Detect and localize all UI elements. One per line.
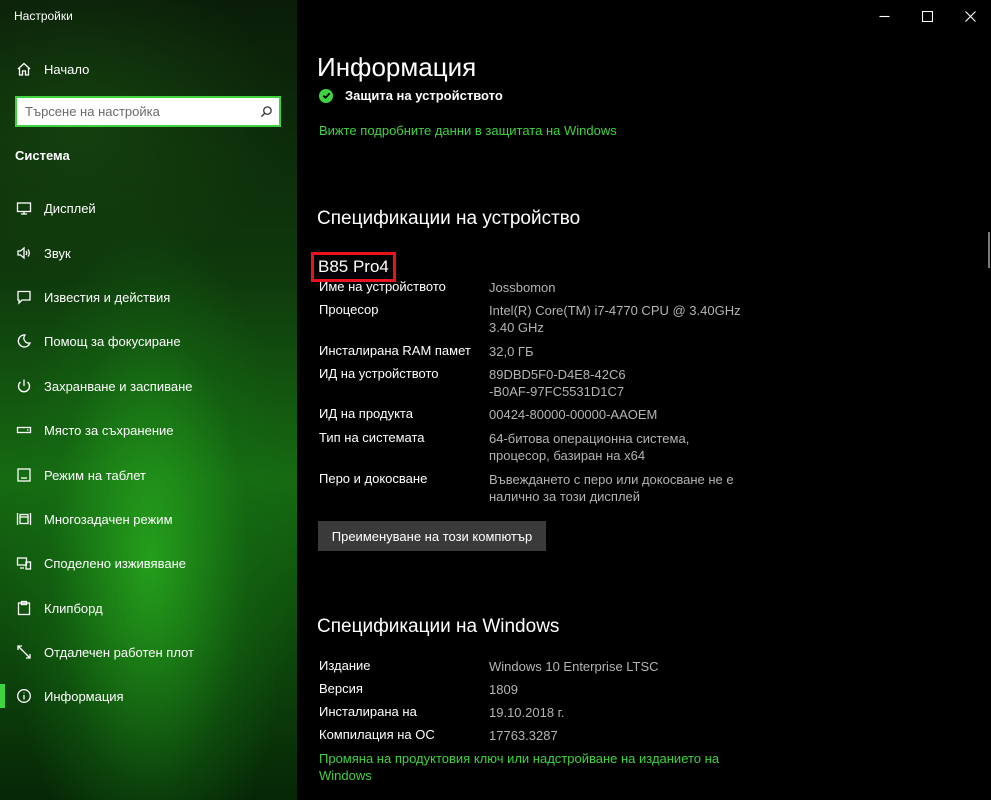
- info-icon: [16, 688, 32, 704]
- windows-specs-heading: Спецификации на Windows: [317, 616, 560, 637]
- search-input[interactable]: [17, 98, 253, 125]
- spec-key: ИД на продукта: [319, 406, 413, 421]
- sidebar-item-label: Дисплей: [44, 200, 96, 216]
- sidebar-item-remote-desktop[interactable]: Отдалечен работен плот: [0, 632, 297, 672]
- sidebar-item-label: Захранване и заспиване: [44, 378, 193, 394]
- spec-value: 19.10.2018 г.: [489, 705, 565, 720]
- sidebar-item-label: Известия и действия: [44, 289, 171, 305]
- sidebar: Настройки Начало Система Дисплей Звук Из…: [0, 0, 297, 800]
- spec-key: Версия: [319, 681, 363, 696]
- sidebar-item-label: Отдалечен работен плот: [44, 644, 194, 660]
- spec-row: Инсталирана на 19.10.2018 г.: [319, 704, 759, 721]
- spec-key: Компилация на ОС: [319, 727, 435, 742]
- spec-value: 1809: [489, 682, 518, 697]
- sidebar-item-focus-assist[interactable]: Помощ за фокусиране: [0, 321, 297, 361]
- sidebar-item-notifications[interactable]: Известия и действия: [0, 277, 297, 317]
- sidebar-item-label: Режим на таблет: [44, 467, 146, 483]
- sound-icon: [16, 245, 32, 261]
- sidebar-item-label: Помощ за фокусиране: [44, 333, 181, 349]
- device-protection-label: Защита на устройството: [345, 88, 503, 103]
- spec-value: 17763.3287: [489, 728, 558, 743]
- checkmark-icon: [319, 88, 333, 103]
- spec-value: Въвеждането с перо или докосване не е на…: [489, 472, 734, 504]
- sidebar-item-display[interactable]: Дисплей: [0, 188, 297, 228]
- main-content: Информация Защита на устройството Вижте …: [297, 0, 991, 800]
- sidebar-item-home[interactable]: Начало: [0, 49, 297, 89]
- sidebar-item-label: Многозадачен режим: [44, 511, 173, 527]
- shared-experience-icon: [16, 555, 32, 571]
- spec-row: Процесор Intel(R) Core(TM) i7-4770 CPU @…: [319, 302, 759, 336]
- sidebar-item-label: Място за съхранение: [44, 422, 174, 438]
- remote-desktop-icon: [16, 644, 32, 660]
- tablet-icon: [16, 467, 32, 483]
- spec-key: ИД на устройството: [319, 366, 439, 381]
- close-button[interactable]: [947, 0, 991, 32]
- sidebar-item-label: Споделено изживяване: [44, 555, 186, 571]
- spec-key: Инсталирана RAM памет: [319, 343, 471, 358]
- maximize-icon: [921, 10, 933, 22]
- sidebar-item-label: Звук: [44, 245, 71, 261]
- spec-key: Процесор: [319, 302, 379, 317]
- spec-key: Инсталирана на: [319, 704, 417, 719]
- maximize-button[interactable]: [904, 0, 950, 32]
- device-specs-heading: Спецификации на устройство: [317, 208, 581, 229]
- multitasking-icon: [16, 511, 32, 527]
- spec-value: Jossbomon: [489, 280, 556, 295]
- sidebar-item-clipboard[interactable]: Клипборд: [0, 588, 297, 628]
- spec-row: Версия 1809: [319, 681, 759, 698]
- search-field[interactable]: [15, 96, 281, 127]
- spec-row: Инсталирана RAM памет 32,0 ГБ: [319, 343, 759, 360]
- spec-value: 32,0 ГБ: [489, 344, 534, 359]
- sidebar-item-shared-experiences[interactable]: Споделено изживяване: [0, 543, 297, 583]
- security-details-link[interactable]: Вижте подробните данни в защитата на Win…: [319, 123, 617, 138]
- sidebar-item-power[interactable]: Захранване и заспиване: [0, 366, 297, 406]
- storage-icon: [16, 422, 32, 438]
- display-icon: [16, 200, 32, 216]
- focus-moon-icon: [16, 333, 32, 349]
- rename-pc-button[interactable]: Преименуване на този компютър: [318, 521, 546, 551]
- spec-value: 00424-80000-00000-AAOEM: [489, 407, 658, 422]
- spec-key: Тип на системата: [319, 430, 425, 445]
- spec-row: Име на устройството Jossbomon: [319, 279, 759, 296]
- minimize-button[interactable]: [861, 0, 907, 32]
- spec-value: 89DBD5F0-D4E8-42C6-B0AF-97FC5531D1C7: [489, 367, 626, 399]
- spec-value: Windows 10 Enterprise LTSC: [489, 659, 659, 674]
- spec-value: Intel(R) Core(TM) i7-4770 CPU @ 3.40GHz …: [489, 303, 741, 335]
- sidebar-item-about[interactable]: Информация: [0, 676, 297, 716]
- search-icon[interactable]: [253, 105, 279, 118]
- page-title: Информация: [317, 52, 477, 82]
- section-heading: Система: [15, 148, 70, 163]
- clipboard-icon: [16, 600, 32, 616]
- sidebar-item-sound[interactable]: Звук: [0, 233, 297, 273]
- spec-value: 64-битова операционна система, процесор,…: [489, 431, 690, 463]
- spec-key: Издание: [319, 658, 371, 673]
- notifications-icon: [16, 289, 32, 305]
- spec-row: Компилация на ОС 17763.3287: [319, 727, 759, 744]
- change-product-key-link[interactable]: Промяна на продуктовия ключ или надстрой…: [319, 750, 739, 784]
- sidebar-item-label: Информация: [44, 688, 124, 704]
- sidebar-item-tablet[interactable]: Режим на таблет: [0, 455, 297, 495]
- power-icon: [16, 378, 32, 394]
- home-icon: [16, 61, 32, 77]
- sidebar-item-label: Начало: [44, 61, 90, 77]
- spec-row: Тип на системата 64-битова операционна с…: [319, 430, 759, 464]
- spec-row: Перо и докосване Въвеждането с перо или …: [319, 471, 759, 505]
- device-protection-status: Защита на устройството: [319, 88, 503, 103]
- spec-key: Перо и докосване: [319, 471, 428, 486]
- sidebar-item-multitasking[interactable]: Многозадачен режим: [0, 499, 297, 539]
- spec-row: ИД на продукта 00424-80000-00000-AAOEM: [319, 406, 759, 423]
- sidebar-item-storage[interactable]: Място за съхранение: [0, 410, 297, 450]
- spec-row: ИД на устройството 89DBD5F0-D4E8-42C6-B0…: [319, 366, 759, 400]
- scrollbar-thumb[interactable]: [988, 232, 990, 268]
- spec-key: Име на устройството: [319, 279, 446, 294]
- minimize-icon: [879, 15, 889, 17]
- spec-row: Издание Windows 10 Enterprise LTSC: [319, 658, 759, 675]
- sidebar-item-label: Клипборд: [44, 600, 103, 616]
- window-title: Настройки: [14, 9, 73, 23]
- device-name-highlight: B85 Pro4: [311, 252, 396, 282]
- close-icon: [964, 10, 976, 22]
